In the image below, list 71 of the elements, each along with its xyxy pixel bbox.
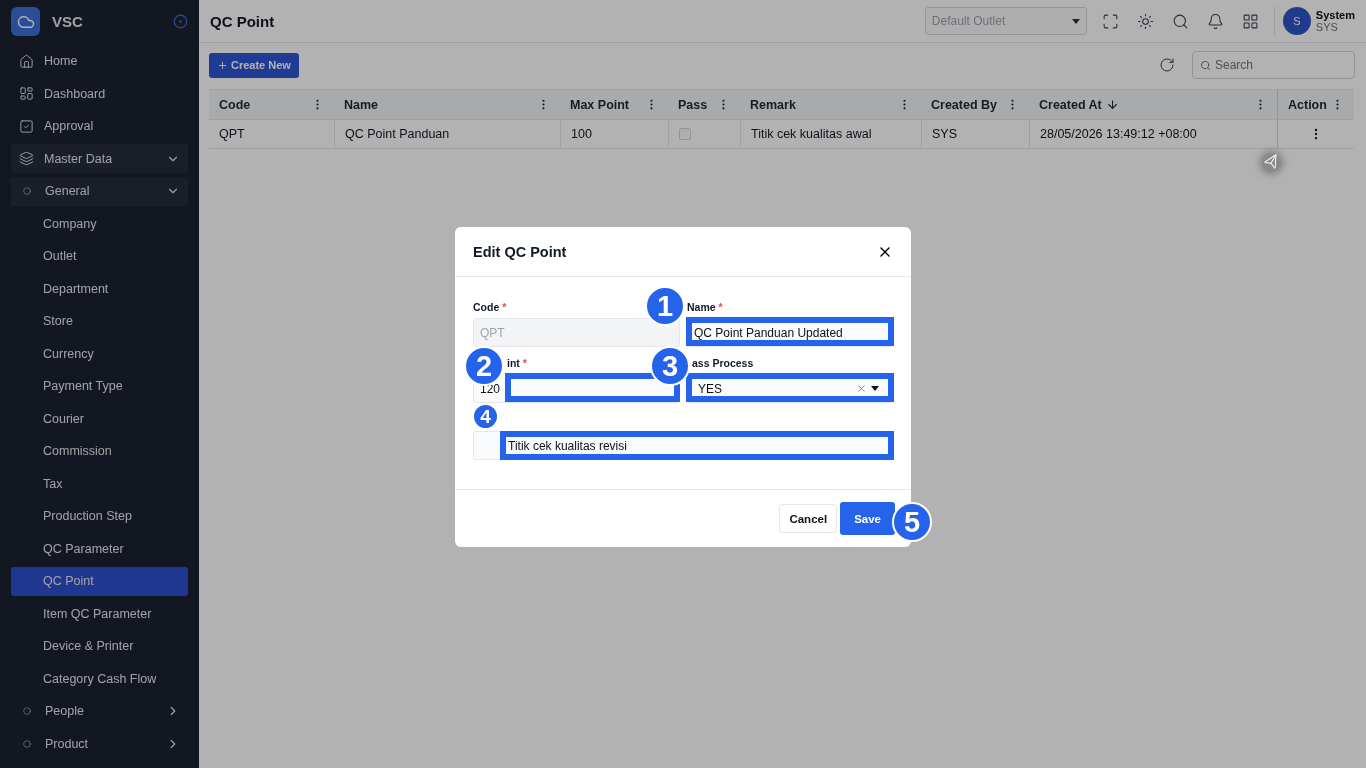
sidebar-item[interactable]: Commission: [11, 436, 188, 466]
table-cell: 100: [560, 120, 668, 149]
sidebar-item[interactable]: Device & Printer: [11, 631, 188, 661]
cursor-icon: [1262, 153, 1281, 172]
table-cell: Titik cek kualitas awal: [740, 120, 921, 149]
sidebar-item[interactable]: Payment Type: [11, 371, 188, 401]
create-new-button[interactable]: Create New: [209, 52, 299, 78]
app-name: VSC: [52, 13, 84, 30]
table-cell: SYS: [921, 120, 1029, 149]
sidebar-item[interactable]: Production Step: [11, 501, 188, 531]
table-cell: QC Point Panduan: [334, 120, 560, 149]
checkbox[interactable]: [679, 128, 691, 140]
sidebar-item[interactable]: Courier: [11, 404, 188, 433]
cancel-button[interactable]: Cancel: [779, 504, 838, 533]
user-code: SYS: [1315, 21, 1339, 33]
step-badge: 3: [650, 346, 690, 386]
approval-icon: [19, 118, 34, 134]
field-label: Name *: [687, 301, 723, 315]
page-title: QC Point: [210, 12, 276, 30]
field-label: int *: [507, 357, 527, 371]
dashboard-icon: [19, 86, 34, 101]
caret-icon: [871, 386, 879, 391]
sidebar-item[interactable]: General: [11, 176, 188, 206]
column-header[interactable]: Action: [1277, 89, 1354, 120]
step-badge: 1: [645, 286, 685, 326]
search-icon: [1200, 60, 1211, 71]
sidebar-item[interactable]: Company: [11, 209, 188, 238]
circle-icon: [23, 739, 31, 748]
step-badge: 4: [472, 403, 499, 430]
sidebar-item[interactable]: Dashboard: [11, 79, 188, 108]
sidebar-item[interactable]: Outlet: [11, 241, 188, 271]
circle-icon: [23, 187, 31, 195]
column-header[interactable]: Remark: [740, 89, 921, 120]
table-cell: QPT: [209, 120, 334, 149]
circle-icon: [23, 707, 31, 715]
sidebar-item[interactable]: QC Parameter: [11, 534, 188, 563]
clear-icon[interactable]: [856, 383, 867, 394]
sidebar-item[interactable]: Product: [11, 729, 188, 758]
sidebar-item[interactable]: Approval: [11, 111, 188, 141]
cloud-logo-icon: [11, 7, 40, 36]
user-name: System: [1315, 9, 1355, 21]
sidebar-item[interactable]: Department: [11, 274, 188, 303]
column-header[interactable]: Max Point: [560, 89, 668, 120]
step-badge: 5: [892, 502, 932, 542]
sidebar-item[interactable]: Tax: [11, 469, 188, 498]
column-header[interactable]: Created At: [1029, 89, 1277, 120]
sidebar-item[interactable]: QC Point: [11, 566, 188, 596]
dialog-title: Edit QC Point: [473, 243, 567, 260]
plus-icon: [217, 59, 228, 71]
sort-arrow-icon: [1105, 98, 1119, 111]
column-header[interactable]: Created By: [921, 89, 1029, 120]
user-avatar[interactable]: S: [1282, 7, 1311, 35]
table-cell: 28/05/2026 13:49:12 +08:00: [1029, 120, 1277, 149]
field-label: ass Process: [692, 357, 754, 371]
sidebar-item[interactable]: Currency: [11, 339, 188, 368]
sidebar-item[interactable]: Item QC Parameter: [11, 599, 188, 628]
sidebar-item[interactable]: People: [11, 696, 188, 726]
sidebar-item[interactable]: Store: [11, 306, 188, 336]
column-header[interactable]: Pass: [668, 89, 740, 120]
sidebar-item[interactable]: Master Data: [11, 144, 188, 173]
home-icon: [19, 53, 34, 69]
caret-icon: [1071, 18, 1080, 24]
sidebar-item[interactable]: Category Cash Flow: [11, 664, 188, 693]
stack-icon: [19, 151, 34, 166]
column-header[interactable]: Code: [209, 89, 334, 120]
column-header[interactable]: Name: [334, 89, 560, 120]
field-label: Code *: [473, 301, 507, 315]
save-button[interactable]: Save: [840, 502, 895, 535]
search-field[interactable]: Search: [1192, 51, 1355, 79]
sidebar-item[interactable]: Home: [11, 46, 188, 76]
radio-toggle-icon[interactable]: [173, 14, 188, 29]
